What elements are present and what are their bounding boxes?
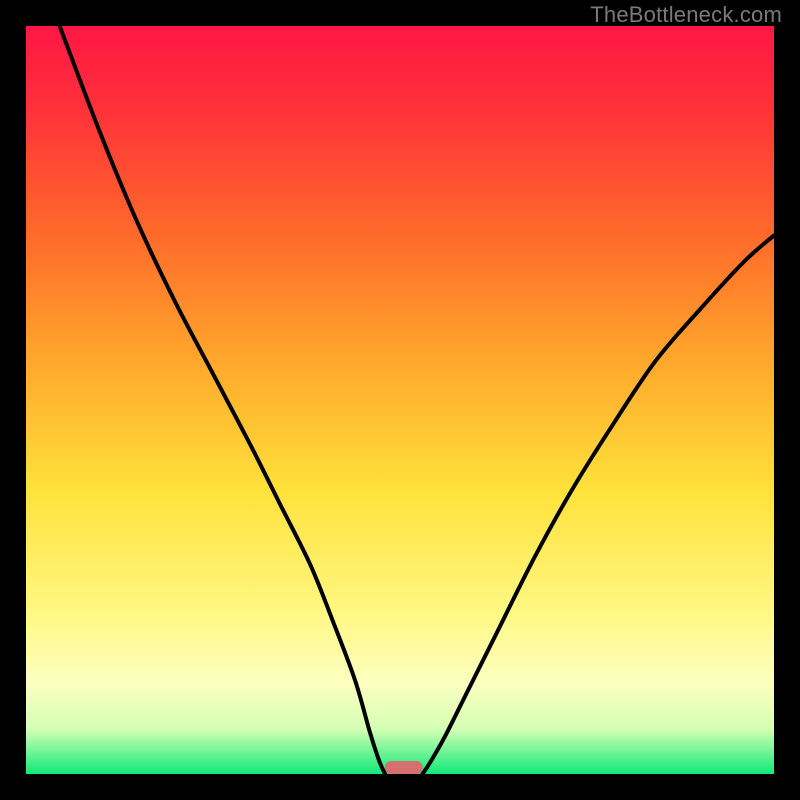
chart-stage: TheBottleneck.com	[0, 0, 800, 800]
watermark-text: TheBottleneck.com	[590, 2, 782, 28]
sweet-spot-marker	[385, 761, 422, 774]
plot-background-gradient	[26, 26, 774, 774]
bottleneck-chart	[0, 0, 800, 800]
